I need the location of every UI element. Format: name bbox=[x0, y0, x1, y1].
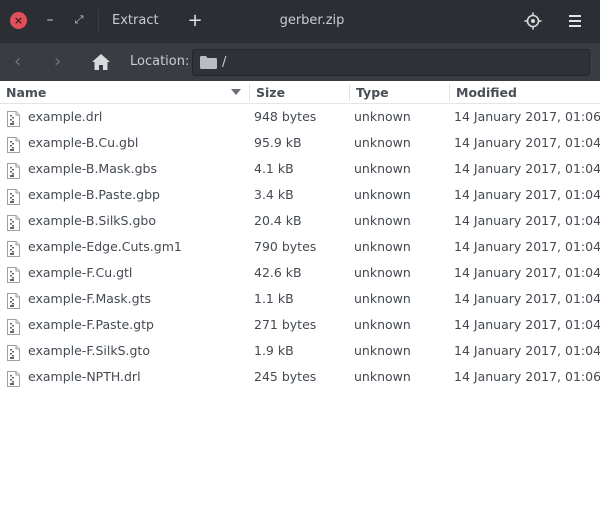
window-title: gerber.zip bbox=[279, 13, 345, 28]
file-row[interactable]: example-F.Paste.gtp 271 bytes unknown 14 Ja… bbox=[0, 312, 600, 338]
close-window-button[interactable]: × bbox=[10, 12, 27, 29]
file-name: example-B.Paste.gbp bbox=[28, 187, 160, 202]
file-type: unknown bbox=[354, 109, 411, 124]
file-type: unknown bbox=[354, 265, 411, 280]
file-name: example-B.SilkS.gbo bbox=[28, 213, 156, 228]
file-modified: 14 January 2017, 01:04 bbox=[454, 135, 600, 150]
minimize-window-button[interactable]: – bbox=[43, 11, 57, 29]
file-type: unknown bbox=[354, 317, 411, 332]
archive-file-icon bbox=[7, 240, 20, 257]
archive-file-icon bbox=[7, 292, 20, 309]
file-row[interactable]: example-F.SilkS.gto 1.9 kB unknown 14 Janua… bbox=[0, 338, 600, 364]
archive-file-icon bbox=[7, 136, 20, 153]
archive-file-icon bbox=[7, 214, 20, 231]
file-modified: 14 January 2017, 01:04 bbox=[454, 187, 600, 202]
file-size: 4.1 kB bbox=[254, 161, 294, 176]
file-row[interactable]: example-B.Paste.gbp 3.4 kB unknown 14 Janua… bbox=[0, 182, 600, 208]
file-row[interactable]: example.drl 948 bytes unknown 14 January 20… bbox=[0, 104, 600, 130]
file-modified: 14 January 2017, 01:04 bbox=[454, 161, 600, 176]
file-row[interactable]: example-B.SilkS.gbo 20.4 kB unknown 14 Janu… bbox=[0, 208, 600, 234]
file-row[interactable]: example-F.Mask.gts 1.1 kB unknown 14 Januar… bbox=[0, 286, 600, 312]
file-size: 948 bytes bbox=[254, 109, 317, 124]
location-bar: ‹ › Location: / bbox=[0, 42, 600, 81]
file-modified: 14 January 2017, 01:04 bbox=[454, 343, 600, 358]
column-divider[interactable] bbox=[449, 84, 450, 101]
file-row[interactable]: example-Edge.Cuts.gm1 790 bytes unknown 14 … bbox=[0, 234, 600, 260]
archive-file-icon bbox=[7, 370, 20, 387]
file-type: unknown bbox=[354, 213, 411, 228]
file-row[interactable]: example-B.Mask.gbs 4.1 kB unknown 14 Januar… bbox=[0, 156, 600, 182]
file-modified: 14 January 2017, 01:04 bbox=[454, 239, 600, 254]
file-modified: 14 January 2017, 01:04 bbox=[454, 213, 600, 228]
file-list: example.drl 948 bytes unknown 14 January 20… bbox=[0, 104, 600, 390]
file-name: example-B.Cu.gbl bbox=[28, 135, 139, 150]
file-name: example-F.SilkS.gto bbox=[28, 343, 150, 358]
file-name: example-B.Mask.gbs bbox=[28, 161, 157, 176]
file-modified: 14 January 2017, 01:04 bbox=[454, 265, 600, 280]
file-size: 790 bytes bbox=[254, 239, 317, 254]
file-modified: 14 January 2017, 01:06 bbox=[454, 369, 600, 384]
title-bar: × – ⤢ Extract + gerber.zip bbox=[0, 0, 600, 42]
archive-file-icon bbox=[7, 110, 20, 127]
file-size: 3.4 kB bbox=[254, 187, 294, 202]
file-size: 245 bytes bbox=[254, 369, 317, 384]
file-modified: 14 January 2017, 01:06 bbox=[454, 109, 600, 124]
file-name: example-F.Cu.gtl bbox=[28, 265, 133, 280]
file-modified: 14 January 2017, 01:04 bbox=[454, 291, 600, 306]
file-type: unknown bbox=[354, 291, 411, 306]
location-label: Location: bbox=[130, 54, 190, 69]
back-button[interactable]: ‹ bbox=[14, 52, 28, 72]
sort-descending-icon[interactable] bbox=[231, 89, 241, 95]
file-row[interactable]: example-F.Cu.gtl 42.6 kB unknown 14 January… bbox=[0, 260, 600, 286]
file-name: example-Edge.Cuts.gm1 bbox=[28, 239, 182, 254]
archive-file-icon bbox=[7, 266, 20, 283]
file-name: example-F.Paste.gtp bbox=[28, 317, 154, 332]
folder-icon bbox=[200, 56, 217, 69]
file-type: unknown bbox=[354, 135, 411, 150]
archive-file-icon bbox=[7, 344, 20, 361]
file-size: 1.1 kB bbox=[254, 291, 294, 306]
file-modified: 14 January 2017, 01:04 bbox=[454, 317, 600, 332]
file-size: 1.9 kB bbox=[254, 343, 294, 358]
file-list-header: Name Size Type Modified bbox=[0, 81, 600, 104]
add-files-button[interactable]: + bbox=[186, 10, 204, 32]
file-row[interactable]: example-B.Cu.gbl 95.9 kB unknown 14 January… bbox=[0, 130, 600, 156]
file-size: 95.9 kB bbox=[254, 135, 302, 150]
column-header-size[interactable]: Size bbox=[256, 81, 285, 104]
file-row[interactable]: example-NPTH.drl 245 bytes unknown 14 Janua… bbox=[0, 364, 600, 390]
file-name: example-F.Mask.gts bbox=[28, 291, 151, 306]
column-divider[interactable] bbox=[249, 84, 250, 101]
file-size: 42.6 kB bbox=[254, 265, 302, 280]
column-header-type[interactable]: Type bbox=[356, 81, 389, 104]
forward-button[interactable]: › bbox=[54, 52, 68, 72]
file-type: unknown bbox=[354, 369, 411, 384]
file-size: 20.4 kB bbox=[254, 213, 302, 228]
title-separator bbox=[98, 9, 99, 33]
file-type: unknown bbox=[354, 161, 411, 176]
file-name: example-NPTH.drl bbox=[28, 369, 141, 384]
hamburger-menu-icon[interactable] bbox=[567, 13, 583, 29]
file-type: unknown bbox=[354, 239, 411, 254]
file-size: 271 bytes bbox=[254, 317, 317, 332]
location-path: / bbox=[222, 55, 227, 70]
archive-file-icon bbox=[7, 188, 20, 205]
archive-file-icon bbox=[7, 318, 20, 335]
home-icon[interactable] bbox=[91, 53, 111, 71]
locate-icon[interactable] bbox=[524, 12, 542, 30]
extract-button[interactable]: Extract bbox=[112, 10, 159, 32]
column-header-modified[interactable]: Modified bbox=[456, 81, 517, 104]
archive-file-icon bbox=[7, 162, 20, 179]
file-type: unknown bbox=[354, 187, 411, 202]
location-field[interactable]: / bbox=[192, 49, 590, 76]
column-header-name[interactable]: Name bbox=[6, 81, 46, 104]
column-divider[interactable] bbox=[349, 84, 350, 101]
restore-window-button[interactable]: ⤢ bbox=[72, 11, 86, 29]
file-name: example.drl bbox=[28, 109, 103, 124]
file-type: unknown bbox=[354, 343, 411, 358]
